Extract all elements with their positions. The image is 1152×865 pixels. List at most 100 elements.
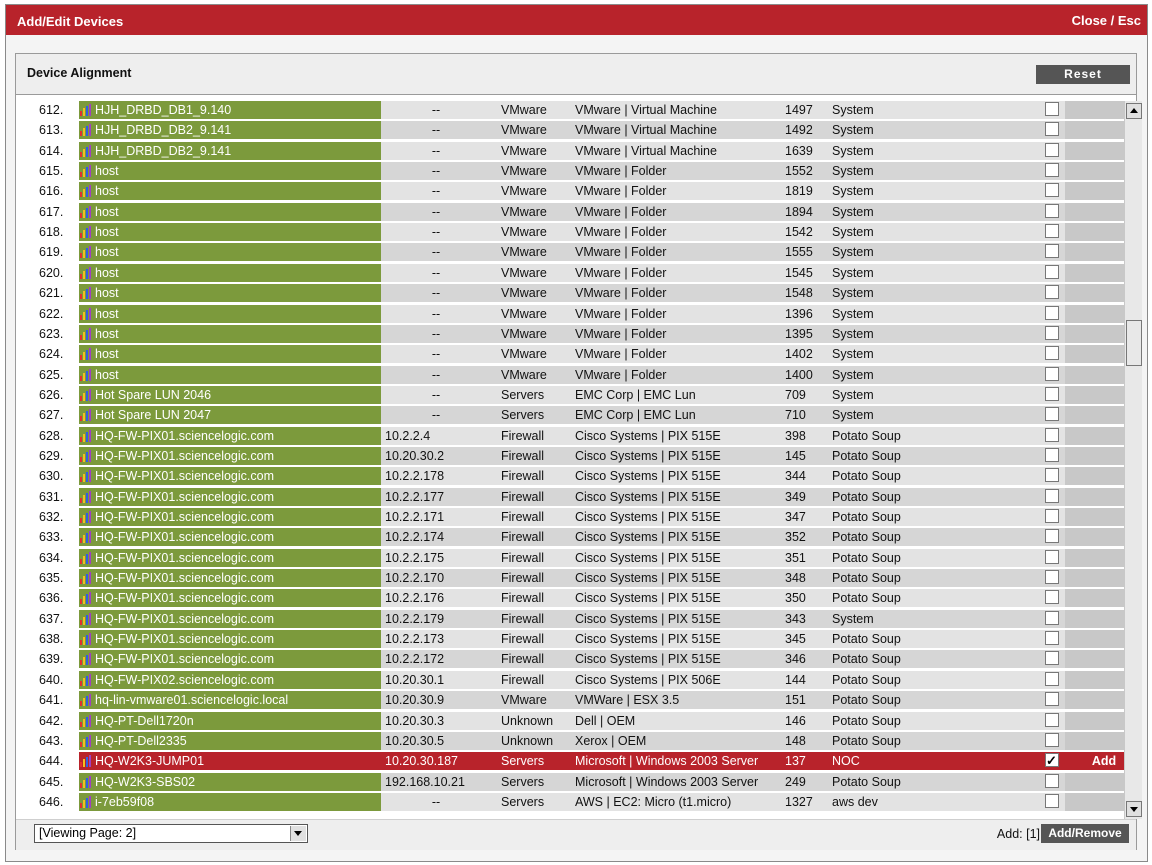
- table-row[interactable]: 630. HQ-FW-PIX01.sciencelogic.com 10.2.2.1…: [35, 467, 1135, 486]
- device-name-cell[interactable]: host: [79, 263, 381, 282]
- row-checkbox[interactable]: [1045, 590, 1059, 605]
- table-row[interactable]: 633. HQ-FW-PIX01.sciencelogic.com 10.2.2.1…: [35, 528, 1135, 547]
- device-graph-icon[interactable]: [79, 469, 93, 483]
- table-row[interactable]: 645. HQ-W2K3-SBS02 192.168.10.21 Servers Mic…: [35, 772, 1135, 792]
- device-name-cell[interactable]: HJH_DRBD_DB2_9.141: [79, 121, 381, 140]
- device-graph-icon[interactable]: [79, 530, 93, 544]
- device-graph-icon[interactable]: [79, 571, 93, 585]
- row-checkbox[interactable]: [1045, 366, 1059, 381]
- row-checkbox[interactable]: [1045, 427, 1059, 442]
- page-select[interactable]: [Viewing Page: 2]: [34, 824, 308, 843]
- scroll-thumb[interactable]: [1126, 320, 1142, 366]
- device-graph-icon[interactable]: [79, 327, 93, 341]
- row-checkbox[interactable]: [1045, 793, 1059, 808]
- row-checkbox[interactable]: [1045, 610, 1059, 625]
- device-name-cell[interactable]: HQ-FW-PIX01.sciencelogic.com: [79, 589, 381, 608]
- table-row[interactable]: 618. host -- VMware VMware | Folder 1542 Syste…: [35, 223, 1135, 242]
- row-checkbox[interactable]: [1045, 346, 1059, 361]
- row-checkbox[interactable]: [1045, 570, 1059, 585]
- device-name-cell[interactable]: HQ-PT-Dell2335: [79, 731, 381, 750]
- table-row[interactable]: 617. host -- VMware VMware | Folder 1894 Syste…: [35, 202, 1135, 222]
- table-row[interactable]: 628. HQ-FW-PIX01.sciencelogic.com 10.2.2.4…: [35, 426, 1135, 446]
- row-checkbox[interactable]: [1045, 244, 1059, 259]
- device-graph-icon[interactable]: [79, 632, 93, 646]
- device-name-cell[interactable]: host: [79, 345, 381, 364]
- device-name-cell[interactable]: host: [79, 162, 381, 181]
- table-row[interactable]: 627. Hot Spare LUN 2047 -- Servers EMC Corp …: [35, 406, 1135, 425]
- device-name-cell[interactable]: HQ-FW-PIX01.sciencelogic.com: [79, 528, 381, 547]
- device-graph-icon[interactable]: [79, 144, 93, 158]
- device-name-cell[interactable]: HJH_DRBD_DB2_9.141: [79, 141, 381, 160]
- row-checkbox[interactable]: [1045, 468, 1059, 483]
- table-row[interactable]: 616. host -- VMware VMware | Folder 1819 Syste…: [35, 182, 1135, 201]
- device-name-cell[interactable]: host: [79, 243, 381, 262]
- device-name-cell[interactable]: HQ-FW-PIX01.sciencelogic.com: [79, 446, 381, 465]
- table-row[interactable]: 615. host -- VMware VMware | Folder 1552 Syste…: [35, 162, 1135, 181]
- table-row[interactable]: 636. HQ-FW-PIX01.sciencelogic.com 10.2.2.1…: [35, 589, 1135, 608]
- device-name-cell[interactable]: HQ-FW-PIX01.sciencelogic.com: [79, 426, 381, 445]
- row-checkbox[interactable]: [1045, 732, 1059, 747]
- device-name-cell[interactable]: host: [79, 324, 381, 343]
- row-checkbox[interactable]: [1045, 305, 1059, 320]
- device-name-cell[interactable]: hq-lin-vmware01.sciencelogic.local: [79, 691, 381, 710]
- table-row[interactable]: 638. HQ-FW-PIX01.sciencelogic.com 10.2.2.1…: [35, 630, 1135, 649]
- device-name-cell[interactable]: host: [79, 182, 381, 201]
- vertical-scrollbar[interactable]: [1124, 101, 1142, 819]
- device-name-cell[interactable]: HQ-W2K3-JUMP01: [79, 752, 381, 771]
- row-checkbox[interactable]: [1045, 692, 1059, 707]
- device-graph-icon[interactable]: [79, 714, 93, 728]
- device-graph-icon[interactable]: [79, 184, 93, 198]
- table-row[interactable]: 620. host -- VMware VMware | Folder 1545 Syste…: [35, 263, 1135, 283]
- table-row[interactable]: 644. HQ-W2K3-JUMP01 10.20.30.187 Servers Mic…: [35, 751, 1135, 771]
- table-row[interactable]: 637. HQ-FW-PIX01.sciencelogic.com 10.2.2.1…: [35, 609, 1135, 629]
- table-row[interactable]: 643. HQ-PT-Dell2335 10.20.30.5 Unknown Xerox…: [35, 731, 1135, 751]
- row-checkbox[interactable]: [1045, 712, 1059, 727]
- device-name-cell[interactable]: HQ-FW-PIX01.sciencelogic.com: [79, 650, 381, 669]
- table-row[interactable]: 613. HJH_DRBD_DB2_9.141 -- VMware VMware | V…: [35, 121, 1135, 140]
- device-name-cell[interactable]: HQ-FW-PIX01.sciencelogic.com: [79, 508, 381, 526]
- row-checkbox[interactable]: [1045, 386, 1059, 401]
- row-checkbox[interactable]: [1045, 203, 1059, 218]
- table-row[interactable]: 641. hq-lin-vmware01.sciencelogic.local 10…: [35, 691, 1135, 710]
- row-checkbox[interactable]: [1045, 285, 1059, 300]
- row-checkbox[interactable]: [1045, 163, 1059, 178]
- device-graph-icon[interactable]: [79, 347, 93, 361]
- device-name-cell[interactable]: Hot Spare LUN 2046: [79, 385, 381, 404]
- device-name-cell[interactable]: host: [79, 284, 381, 303]
- device-name-cell[interactable]: host: [79, 365, 381, 384]
- row-checkbox[interactable]: [1045, 407, 1059, 422]
- device-name-cell[interactable]: host: [79, 223, 381, 242]
- device-graph-icon[interactable]: [79, 795, 93, 809]
- device-graph-icon[interactable]: [79, 510, 93, 524]
- device-graph-icon[interactable]: [79, 490, 93, 504]
- row-checkbox[interactable]: [1045, 671, 1059, 686]
- device-name-cell[interactable]: HQ-W2K3-SBS02: [79, 772, 381, 791]
- device-name-cell[interactable]: i-7eb59f08: [79, 792, 381, 811]
- row-checkbox[interactable]: [1045, 651, 1059, 666]
- device-graph-icon[interactable]: [79, 123, 93, 137]
- device-name-cell[interactable]: HJH_DRBD_DB1_9.140: [79, 101, 381, 119]
- device-graph-icon[interactable]: [79, 693, 93, 707]
- device-name-cell[interactable]: HQ-FW-PIX01.sciencelogic.com: [79, 487, 381, 506]
- table-row[interactable]: 634. HQ-FW-PIX01.sciencelogic.com 10.2.2.1…: [35, 548, 1135, 568]
- reset-button[interactable]: Reset: [1036, 65, 1130, 84]
- table-row[interactable]: 640. HQ-FW-PIX02.sciencelogic.com 10.20.30…: [35, 670, 1135, 690]
- device-graph-icon[interactable]: [79, 673, 93, 687]
- device-name-cell[interactable]: HQ-FW-PIX01.sciencelogic.com: [79, 630, 381, 649]
- device-graph-icon[interactable]: [79, 225, 93, 239]
- device-graph-icon[interactable]: [79, 429, 93, 443]
- row-checkbox[interactable]: [1045, 183, 1059, 198]
- device-graph-icon[interactable]: [79, 266, 93, 280]
- chevron-down-icon[interactable]: [290, 826, 306, 841]
- row-checkbox[interactable]: [1045, 142, 1059, 157]
- device-graph-icon[interactable]: [79, 307, 93, 321]
- device-graph-icon[interactable]: [79, 164, 93, 178]
- row-checkbox[interactable]: [1045, 773, 1059, 788]
- device-name-cell[interactable]: host: [79, 202, 381, 221]
- table-row[interactable]: 614. HJH_DRBD_DB2_9.141 -- VMware VMware | V…: [35, 141, 1135, 161]
- table-row[interactable]: 622. host -- VMware VMware | Folder 1396 Syste…: [35, 304, 1135, 324]
- table-row[interactable]: 635. HQ-FW-PIX01.sciencelogic.com 10.2.2.1…: [35, 569, 1135, 588]
- device-graph-icon[interactable]: [79, 408, 93, 422]
- scroll-down-icon[interactable]: [1126, 801, 1142, 817]
- device-graph-icon[interactable]: [79, 449, 93, 463]
